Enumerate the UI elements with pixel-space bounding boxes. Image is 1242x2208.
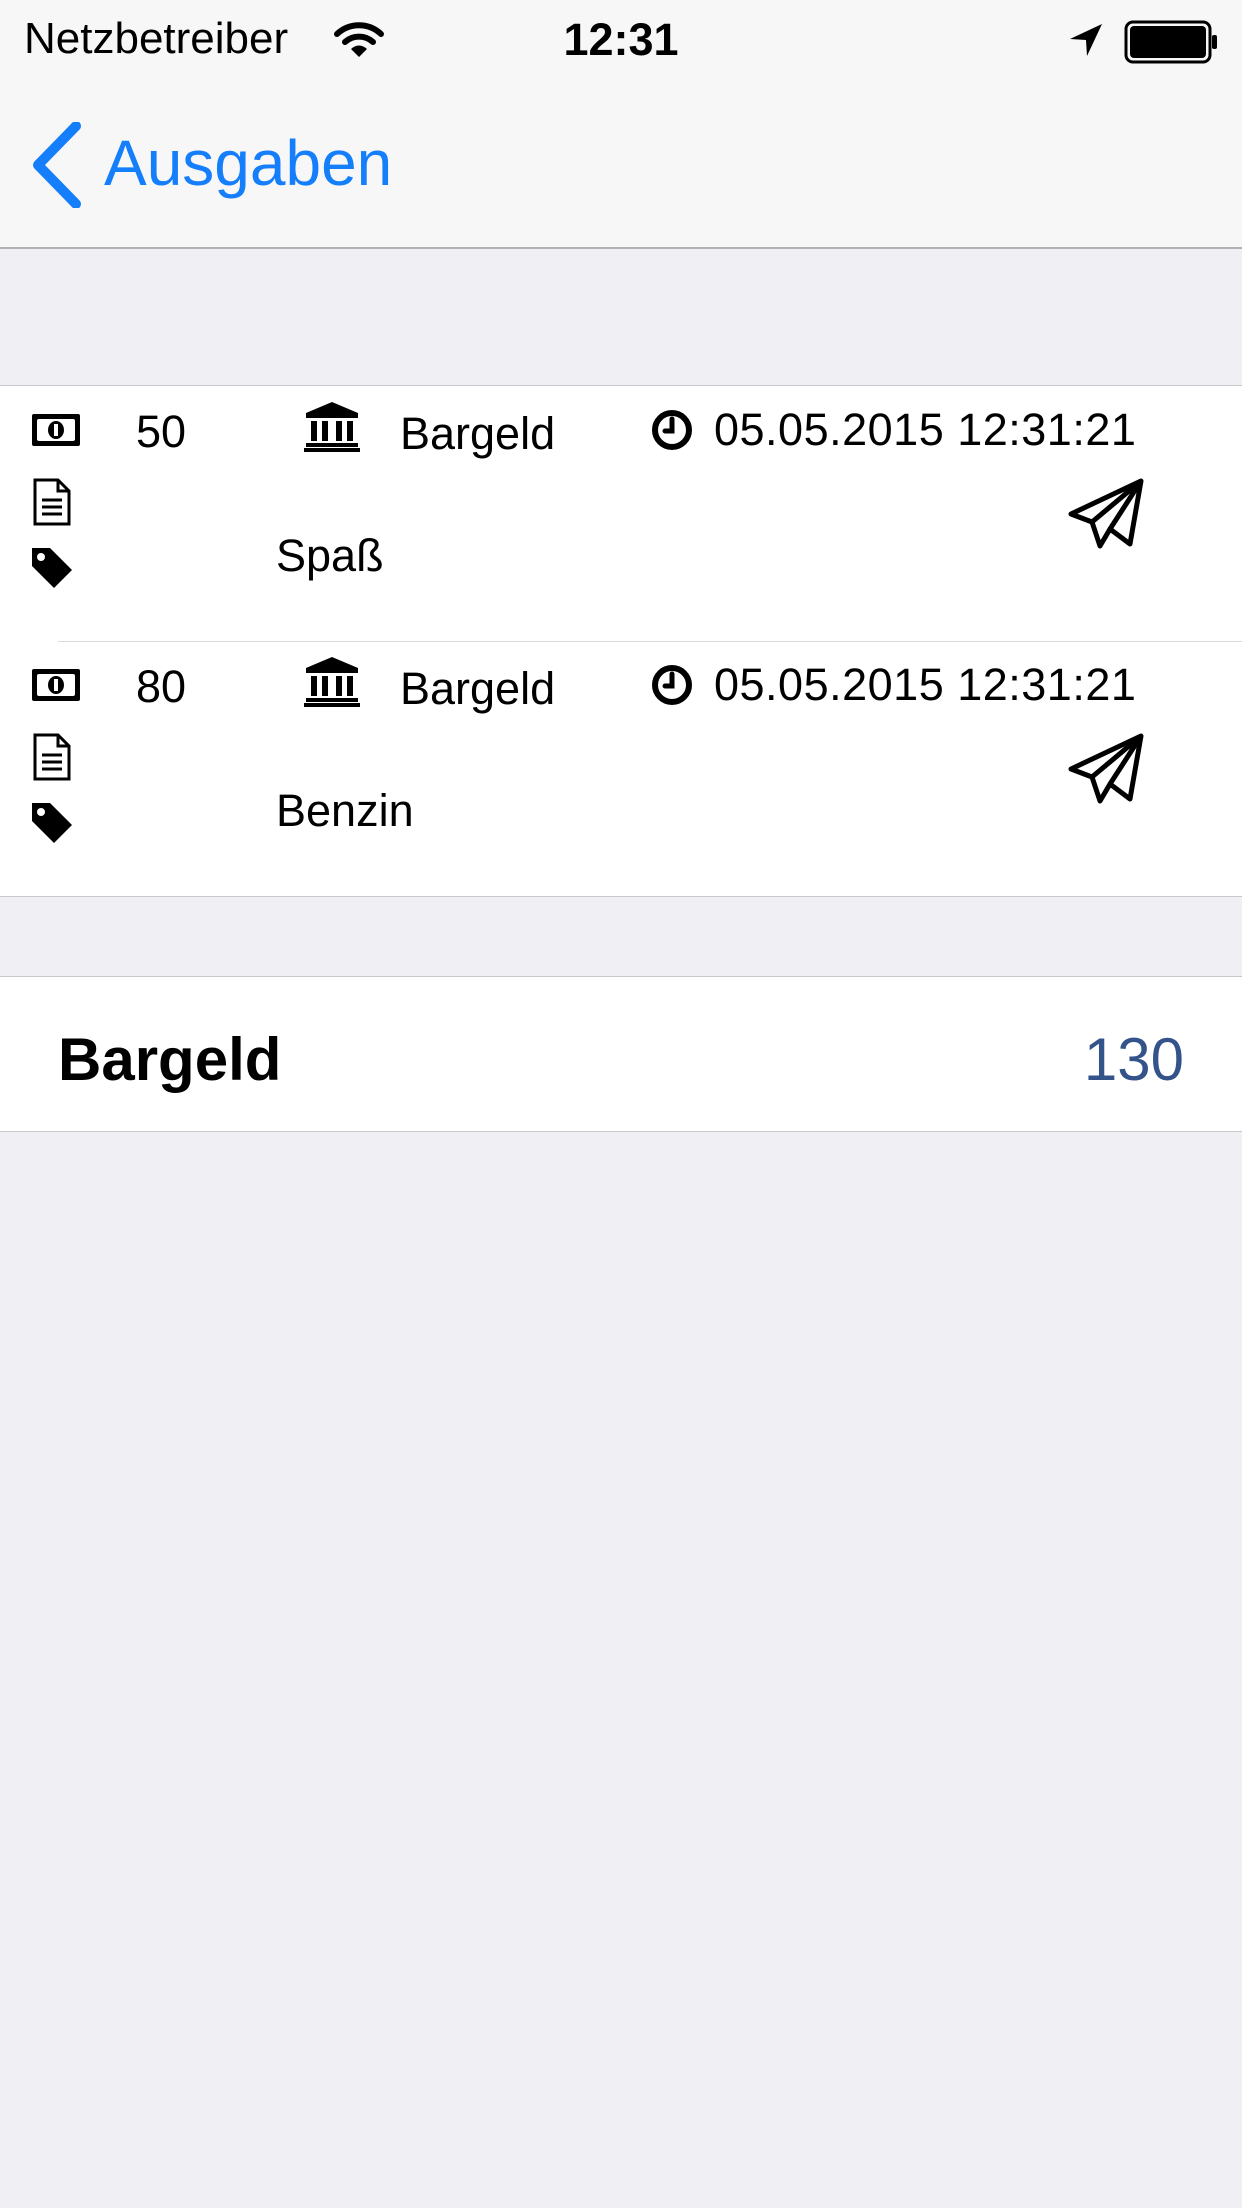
clock-icon <box>650 408 694 457</box>
category-label: Benzin <box>276 785 414 836</box>
document-icon <box>32 478 72 531</box>
cash-icon <box>30 667 82 708</box>
expense-list: 50 Bargeld 05.05.2015 12:31:21 Spaß 80 B… <box>0 385 1242 897</box>
paper-plane-icon[interactable] <box>1068 478 1144 555</box>
amount-value: 50 <box>136 406 187 457</box>
status-bar: Netzbetreiber 12:31 <box>0 0 1242 84</box>
clock-icon <box>650 663 694 712</box>
location-arrow-icon <box>1068 22 1104 63</box>
status-time: 12:31 <box>563 14 679 65</box>
paper-plane-icon[interactable] <box>1068 733 1144 810</box>
document-icon <box>32 733 72 786</box>
cash-icon <box>30 412 82 453</box>
battery-icon <box>1124 20 1220 69</box>
back-label: Ausgaben <box>104 127 393 199</box>
expense-row[interactable]: 50 Bargeld 05.05.2015 12:31:21 Spaß <box>0 386 1242 641</box>
navigation-header: Netzbetreiber 12:31 Ausgaben <box>0 0 1242 249</box>
amount-value: 80 <box>136 661 187 712</box>
account-name: Bargeld <box>400 663 556 714</box>
expense-row[interactable]: 80 Bargeld 05.05.2015 12:31:21 Benzin <box>0 641 1242 896</box>
entry-datetime: 05.05.2015 12:31:21 <box>714 659 1137 710</box>
total-label: Bargeld <box>58 1026 282 1093</box>
total-value: 130 <box>1083 1026 1184 1093</box>
tag-icon <box>30 801 74 850</box>
tag-icon <box>30 546 74 595</box>
chevron-left-icon <box>30 121 84 213</box>
entry-datetime: 05.05.2015 12:31:21 <box>714 404 1137 455</box>
account-name: Bargeld <box>400 408 556 459</box>
total-row: Bargeld 130 <box>0 976 1242 1132</box>
bank-icon <box>304 655 360 712</box>
category-label: Spaß <box>276 530 384 581</box>
bank-icon <box>304 400 360 457</box>
